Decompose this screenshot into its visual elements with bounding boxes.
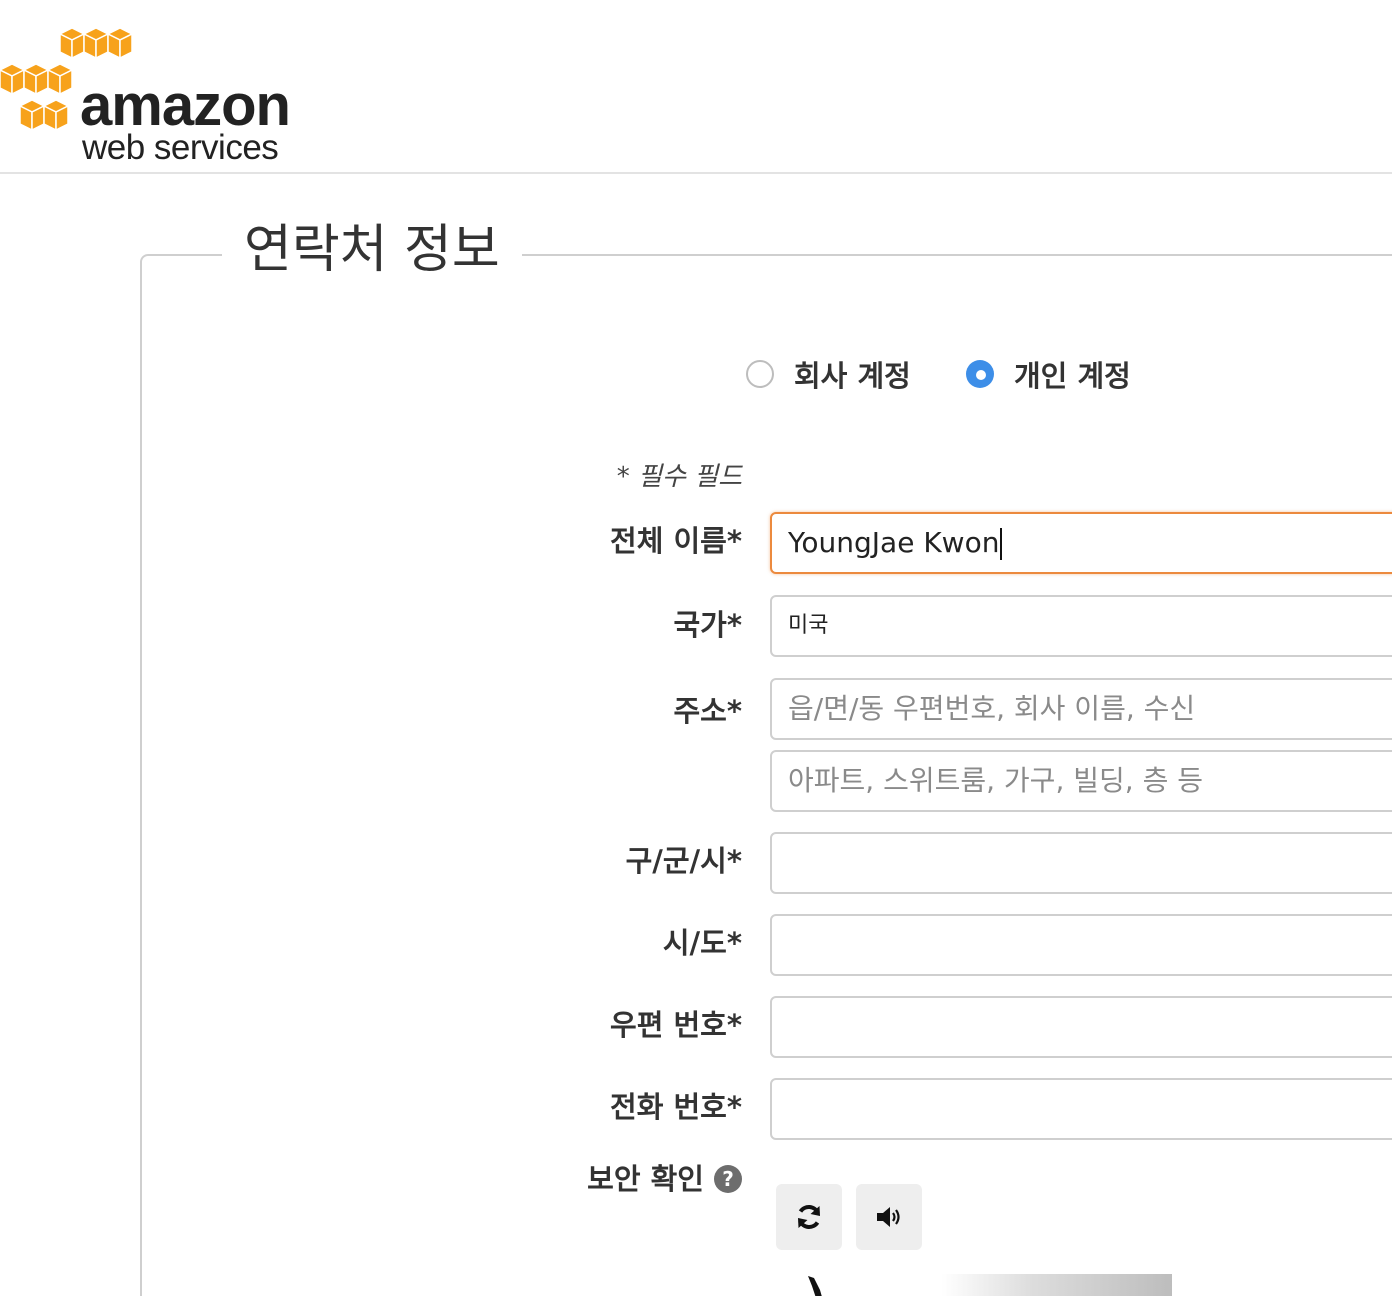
radio-company-account[interactable]: 회사 계정	[746, 356, 911, 393]
label-phone: 전화 번호*	[610, 1090, 742, 1124]
captcha-audio-button[interactable]	[856, 1184, 922, 1250]
logo-word-amazon: amazon	[80, 73, 291, 138]
label-country: 국가*	[673, 608, 742, 642]
captcha-glyph-icon	[808, 1276, 822, 1296]
label-district: 구/군/시*	[625, 844, 742, 878]
required-fields-note: * 필수 필드	[616, 462, 742, 492]
full-name-input[interactable]: YoungJae Kwon	[770, 512, 1392, 574]
refresh-icon	[798, 1205, 820, 1229]
phone-input[interactable]	[770, 1078, 1392, 1140]
label-postal-code: 우편 번호*	[610, 1008, 742, 1042]
label-full-name: 전체 이름*	[610, 524, 742, 558]
label-state: 시/도*	[662, 926, 742, 960]
full-name-value: YoungJae Kwon	[788, 526, 1000, 559]
text-caret	[1000, 528, 1003, 560]
security-check-text: 보안 확인	[587, 1162, 704, 1196]
fieldset-legend: 연락처 정보	[222, 218, 522, 282]
address-line2-placeholder: 아파트, 스위트룸, 가구, 빌딩, 층 등	[788, 764, 1203, 797]
radio-label-personal: 개인 계정	[1014, 359, 1131, 393]
aws-logo[interactable]: amazon web services	[0, 28, 291, 166]
radio-circle-unchecked[interactable]	[746, 360, 774, 388]
address-line1-placeholder: 읍/면/동 우편번호, 회사 이름, 수신	[788, 692, 1196, 725]
captcha-refresh-button[interactable]	[776, 1184, 842, 1250]
country-select[interactable]: 미국	[770, 595, 1392, 657]
speaker-icon	[877, 1207, 900, 1227]
radio-personal-account[interactable]: 개인 계정	[966, 356, 1131, 393]
address-line2-input[interactable]: 아파트, 스위트룸, 가구, 빌딩, 층 등	[770, 750, 1392, 812]
logo-word-web-services: web services	[82, 128, 279, 167]
country-value: 미국	[788, 613, 829, 638]
label-security-check: 보안 확인?	[587, 1156, 742, 1198]
captcha-image	[800, 1274, 1172, 1296]
label-address: 주소*	[673, 694, 742, 728]
page: amazon web services 연락처 정보 회사 계정 개인 계정 *…	[0, 0, 1392, 1296]
address-line1-input[interactable]: 읍/면/동 우편번호, 회사 이름, 수신	[770, 678, 1392, 740]
radio-circle-checked[interactable]	[966, 360, 994, 388]
state-input[interactable]	[770, 914, 1392, 976]
postal-code-input[interactable]	[770, 996, 1392, 1058]
help-icon[interactable]: ?	[714, 1165, 742, 1193]
header: amazon web services	[0, 0, 1392, 174]
radio-label-company: 회사 계정	[794, 359, 911, 393]
district-input[interactable]	[770, 832, 1392, 894]
